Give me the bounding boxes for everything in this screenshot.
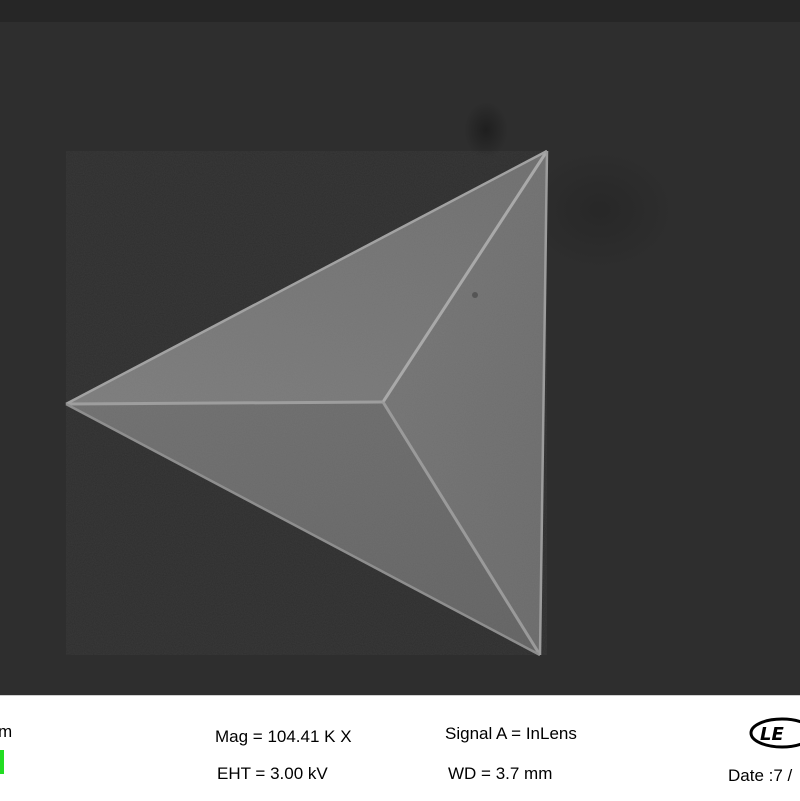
signal-label: Signal A = InLens	[445, 724, 577, 743]
brand-logo-text: LE	[760, 724, 784, 745]
surface-defect	[472, 292, 478, 298]
scale-bar	[0, 750, 4, 774]
scale-bar-unit: m	[0, 722, 12, 742]
sem-image	[0, 0, 800, 695]
top-dark-strip	[0, 0, 800, 22]
date-label: Date :7 /	[728, 766, 793, 785]
info-bar: m Mag = 104.41 K X EHT = 3.00 kV Signal …	[0, 695, 800, 801]
magnification-label: Mag = 104.41 K X	[215, 727, 352, 746]
working-distance-label: WD = 3.7 mm	[448, 764, 553, 783]
particle-shadow	[464, 102, 508, 158]
brand-logo: LE	[749, 717, 800, 749]
eht-label: EHT = 3.00 kV	[217, 764, 328, 783]
pyramid-ridge-left	[65, 400, 384, 406]
